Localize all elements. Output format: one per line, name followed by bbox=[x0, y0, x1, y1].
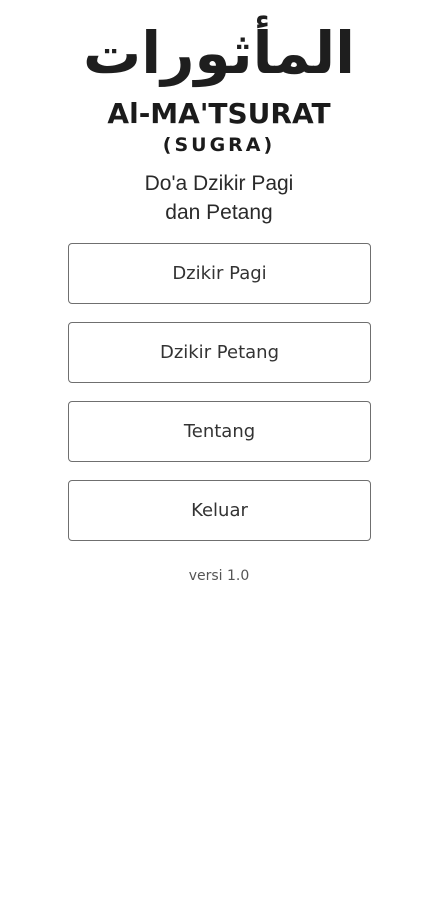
version-label: versi 1.0 bbox=[188, 568, 250, 584]
app-logo: المأثورات bbox=[82, 19, 356, 87]
dzikir-petang-button[interactable]: Dzikir Petang bbox=[68, 322, 371, 383]
tentang-button[interactable]: Tentang bbox=[68, 401, 371, 462]
app-title: Al-MA'TSURAT bbox=[107, 97, 331, 130]
keluar-button[interactable]: Keluar bbox=[68, 480, 371, 541]
app-subtitle: (SUGRA) bbox=[162, 134, 276, 156]
tagline-line-1: Do'a Dzikir Pagi bbox=[144, 172, 294, 195]
main-screen: المأثورات Al-MA'TSURAT (SUGRA) Do'a Dzik… bbox=[0, 0, 438, 900]
dzikir-pagi-button[interactable]: Dzikir Pagi bbox=[68, 243, 371, 304]
main-menu: Dzikir Pagi Dzikir Petang Tentang Keluar bbox=[68, 243, 371, 559]
tagline: Do'a Dzikir Pagi dan Petang bbox=[0, 169, 438, 227]
tagline-line-2: dan Petang bbox=[165, 201, 273, 224]
